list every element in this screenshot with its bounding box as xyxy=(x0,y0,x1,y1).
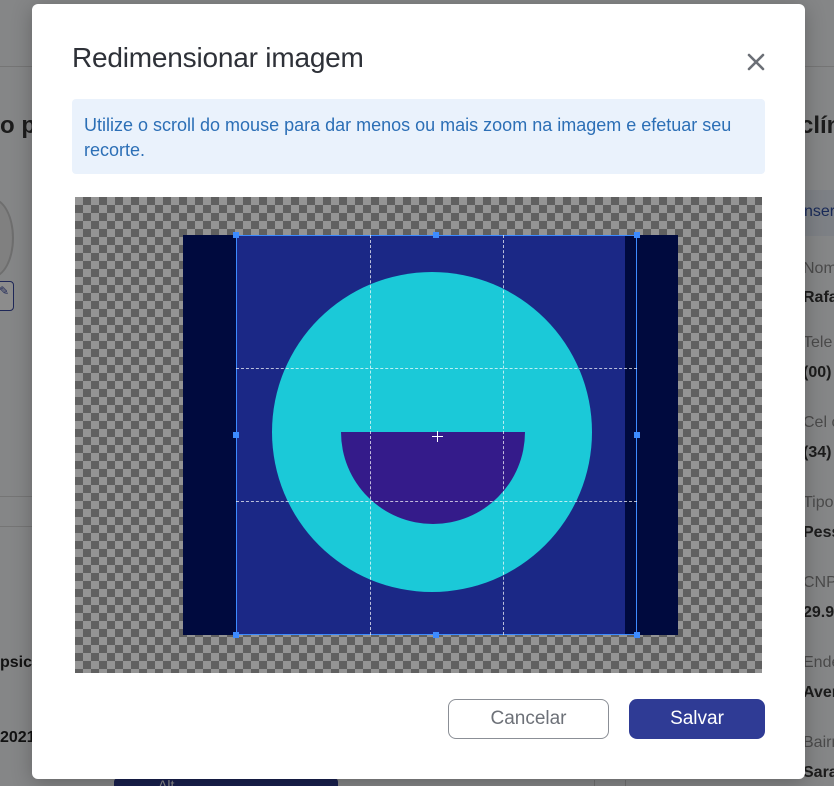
close-icon[interactable] xyxy=(742,48,770,76)
crop-guide-line xyxy=(370,235,371,635)
crop-handle-se[interactable] xyxy=(634,632,640,638)
crop-guide-line xyxy=(236,501,637,502)
crop-handle-sw[interactable] xyxy=(233,632,239,638)
crop-handle-ne[interactable] xyxy=(634,232,640,238)
image-cropper[interactable] xyxy=(75,197,762,673)
crop-handle-nw[interactable] xyxy=(233,232,239,238)
dialog-title: Redimensionar imagem xyxy=(72,42,364,73)
info-text: Utilize o scroll do mouse para dar menos… xyxy=(84,115,732,160)
crop-guide-line xyxy=(503,235,504,635)
cancel-button[interactable]: Cancelar xyxy=(448,699,609,739)
crop-handle-e[interactable] xyxy=(634,432,640,438)
save-button[interactable]: Salvar xyxy=(629,699,765,739)
crop-handle-w[interactable] xyxy=(233,432,239,438)
crop-center-icon xyxy=(432,431,443,442)
crop-handle-n[interactable] xyxy=(433,232,439,238)
info-alert: Utilize o scroll do mouse para dar menos… xyxy=(72,99,765,174)
crop-handle-s[interactable] xyxy=(433,632,439,638)
resize-image-dialog: Redimensionar imagem Utilize o scroll do… xyxy=(32,4,805,779)
crop-guide-line xyxy=(236,368,637,369)
